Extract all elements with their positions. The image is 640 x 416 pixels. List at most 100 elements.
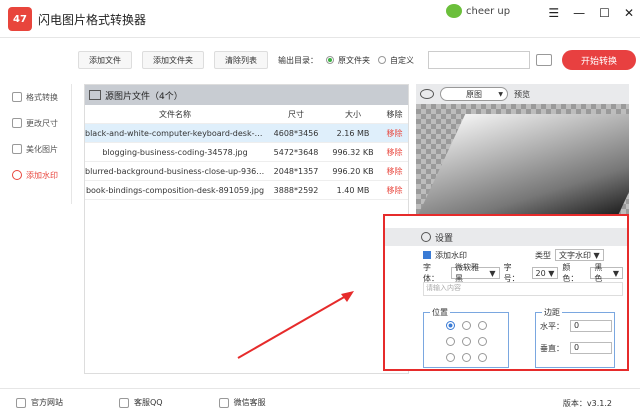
radio-custom-folder[interactable]: 自定义 (378, 55, 414, 66)
window-controls: ☰ — ☐ ✕ (548, 6, 634, 20)
vertical-label: 垂直： (540, 343, 564, 353)
toolbar: 添加文件 添加文件夹 清除列表 输出目录： 原文件夹 自定义 开始转换 (78, 44, 638, 76)
chevron-down-icon: ▼ (610, 268, 620, 278)
horizontal-stepper[interactable]: 0 (570, 320, 612, 332)
wechat-label: 微信客服 (233, 398, 266, 407)
app-title: 闪电图片格式转换器 (38, 13, 147, 27)
preview-label: 预览 (514, 89, 530, 99)
sidebar-item-format[interactable]: 格式转换 (0, 84, 71, 110)
watermark-text-input[interactable]: 请输入内容 (423, 282, 623, 296)
size-select[interactable]: 20 ▼ (531, 267, 559, 279)
position-radio[interactable] (478, 353, 487, 362)
radio-dot (378, 56, 386, 64)
position-radio[interactable] (462, 337, 471, 346)
settings-panel: 设置 添加水印 类型 文字水印 ▼ 字体： 微软雅黑 ▼ 字号： 20 ▼ 颜色… (383, 214, 629, 371)
sidebar-item-watermark[interactable]: 添加水印 (0, 162, 71, 188)
position-radio[interactable] (478, 337, 487, 346)
remove-link[interactable]: 移除 (379, 166, 410, 177)
settings-title: 设置 (435, 233, 454, 244)
file-dimensions: 4608*3456 (273, 128, 319, 138)
color-select[interactable]: 黑色 ▼ (590, 263, 624, 283)
keyboard-image (418, 114, 629, 214)
font-select[interactable]: 微软雅黑 ▼ (450, 263, 500, 283)
position-radio[interactable] (446, 321, 455, 330)
clear-list-button[interactable]: 清除列表 (214, 51, 268, 69)
position-radio[interactable] (462, 353, 471, 362)
file-name: blurred-background-business-close-up-936… (85, 166, 265, 176)
menu-icon[interactable]: ☰ (548, 6, 559, 20)
position-radio[interactable] (462, 321, 471, 330)
monitor-icon (16, 397, 26, 408)
radio-source-folder[interactable]: 原文件夹 (326, 55, 370, 66)
wechat-support-link[interactable]: 微信客服 (218, 397, 266, 408)
chevron-down-icon: ▼ (486, 268, 496, 278)
add-watermark-checkbox[interactable] (423, 251, 431, 259)
remove-link[interactable]: 移除 (379, 185, 410, 196)
type-select[interactable]: 文字水印 ▼ (555, 249, 604, 261)
website-label: 官方网站 (31, 398, 63, 407)
preview-bar: 原图 ▼ 预览 (416, 84, 629, 104)
output-path-input[interactable] (428, 51, 530, 69)
table-row[interactable]: blurred-background-business-close-up-936… (85, 162, 408, 181)
file-name: black-and-white-computer-keyboard-desk-2… (85, 128, 265, 138)
official-website-link[interactable]: 官方网站 (16, 397, 63, 408)
maximize-icon[interactable]: ☐ (599, 6, 610, 20)
version-text: 版本：v3.1.2 (562, 399, 612, 408)
file-list-header: 源图片文件（4个） (85, 85, 408, 105)
vertical-row: 垂直： 0 (536, 339, 614, 357)
footer: 官方网站 客服QQ 微信客服 版本：v3.1.2 (0, 388, 640, 416)
file-name: blogging-business-coding-34578.jpg (102, 147, 248, 157)
add-file-button[interactable]: 添加文件 (78, 51, 132, 69)
position-label: 位置 (430, 307, 450, 318)
preview-image (416, 104, 629, 218)
output-label: 输出目录： (278, 55, 318, 65)
wechat-icon (446, 4, 462, 18)
add-watermark-label: 添加水印 (435, 250, 467, 260)
position-radio[interactable] (478, 321, 487, 330)
table-row[interactable]: book-bindings-composition-desk-891059.jp… (85, 181, 408, 200)
column-remove: 移除 (386, 109, 403, 119)
table-row[interactable]: black-and-white-computer-keyboard-desk-2… (85, 124, 408, 143)
sidebar-item-label: 美化图片 (26, 144, 58, 154)
eye-icon[interactable] (420, 89, 434, 99)
vertical-stepper[interactable]: 0 (570, 342, 612, 354)
user-info[interactable]: cheer up (446, 4, 510, 18)
remove-link[interactable]: 移除 (379, 128, 410, 139)
file-dimensions: 2048*1357 (273, 166, 319, 176)
file-size: 1.40 MB (336, 185, 370, 195)
table-row[interactable]: blogging-business-coding-34578.jpg 5472*… (85, 143, 408, 162)
position-radio[interactable] (446, 353, 455, 362)
close-icon[interactable]: ✕ (624, 6, 634, 20)
sidebar-item-resize[interactable]: 更改尺寸 (0, 110, 71, 136)
font-row: 字体： 微软雅黑 ▼ 字号： 20 ▼ 颜色： 黑色 ▼ (385, 263, 627, 283)
wechat-icon (218, 397, 229, 408)
radio-dot-selected (326, 56, 334, 64)
add-folder-button[interactable]: 添加文件夹 (142, 51, 204, 69)
folder-icon[interactable] (536, 54, 552, 66)
margin-label: 边距 (542, 307, 562, 318)
remove-link[interactable]: 移除 (379, 147, 410, 158)
sidebar-item-beautify[interactable]: 美化图片 (0, 136, 71, 162)
sidebar-item-label: 更改尺寸 (26, 118, 58, 128)
column-name: 文件名称 (159, 109, 191, 119)
beautify-icon (12, 144, 22, 154)
position-group: 位置 (423, 307, 509, 368)
app-logo-text: 47 (13, 13, 27, 25)
file-size: 996.32 KB (332, 147, 374, 157)
radio-source-label: 原文件夹 (338, 55, 370, 65)
column-size: 尺寸 (288, 109, 304, 119)
resize-icon (12, 118, 22, 128)
column-filesize: 大小 (345, 109, 361, 119)
position-radio[interactable] (446, 337, 455, 346)
sidebar-item-label: 格式转换 (26, 92, 58, 102)
file-size: 996.20 KB (332, 166, 374, 176)
chevron-down-icon: ▼ (591, 250, 600, 260)
file-list-panel: 源图片文件（4个） 文件名称 尺寸 大小 移除 black-and-white-… (84, 84, 409, 374)
preview-mode-select[interactable]: 原图 ▼ (440, 87, 508, 101)
horizontal-label: 水平： (540, 321, 564, 331)
file-name: book-bindings-composition-desk-891059.jp… (85, 185, 265, 195)
minimize-icon[interactable]: — (573, 6, 585, 20)
qq-support-link[interactable]: 客服QQ (119, 397, 163, 408)
font-label: 字体： (423, 263, 439, 283)
start-convert-button[interactable]: 开始转换 (562, 50, 636, 70)
